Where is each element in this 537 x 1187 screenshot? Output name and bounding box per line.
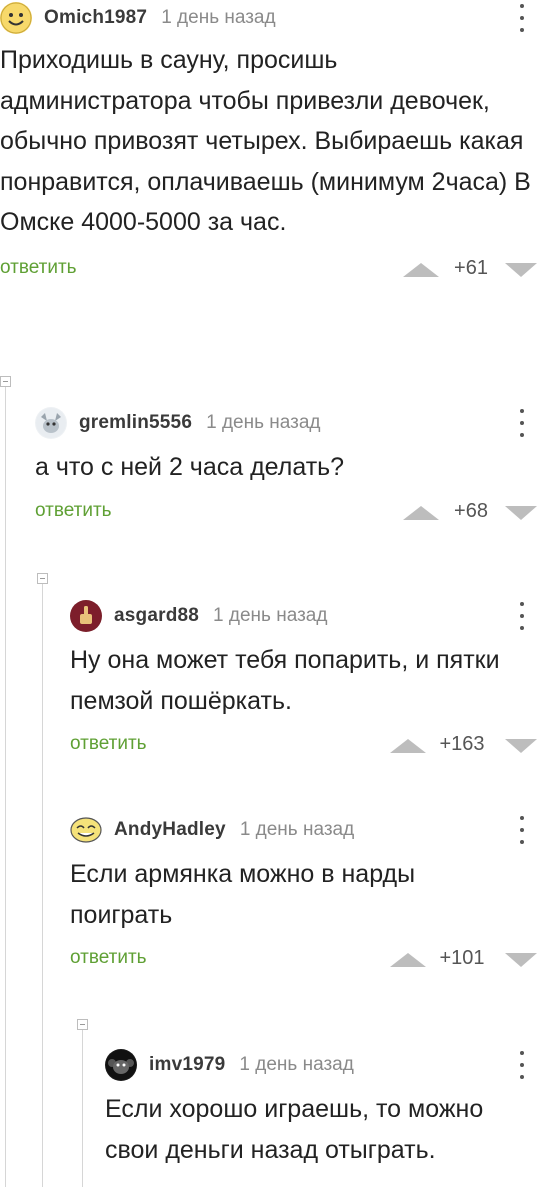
reply-link[interactable]: ответить: [70, 733, 147, 755]
downvote-icon[interactable]: [505, 505, 537, 520]
reply-link[interactable]: ответить: [35, 500, 112, 522]
timestamp: 1 день назад: [239, 1054, 354, 1075]
comment: asgard88 1 день назад Ну она может тебя …: [70, 598, 537, 761]
collapse-thread-button[interactable]: [77, 1019, 88, 1030]
comment-footer: ответить +68: [35, 498, 537, 528]
comment-header: Omich1987 1 день назад: [0, 0, 537, 36]
comment-footer: ответить +101: [70, 945, 537, 975]
collapse-thread-button[interactable]: [0, 376, 11, 387]
upvote-icon[interactable]: [390, 953, 426, 967]
more-options-icon[interactable]: [519, 4, 525, 32]
username[interactable]: asgard88: [114, 605, 199, 627]
downvote-icon[interactable]: [505, 739, 537, 753]
timestamp: 1 день назад: [206, 412, 321, 433]
avatar[interactable]: [0, 2, 32, 34]
rating: +68: [454, 499, 488, 522]
comment-header: asgard88 1 день назад: [70, 598, 537, 634]
fist-icon: [71, 601, 101, 631]
more-options-icon[interactable]: [519, 602, 525, 630]
avatar[interactable]: [70, 814, 102, 846]
rating: +163: [439, 733, 485, 755]
comment-text: Если армянка можно в нарды поиграть: [70, 860, 416, 929]
monkey-icon: [106, 1050, 136, 1080]
avatar[interactable]: [70, 600, 102, 632]
comment-header: AndyHadley 1 день назад: [70, 812, 537, 848]
avatar[interactable]: [105, 1049, 137, 1081]
more-options-icon[interactable]: [519, 1051, 525, 1079]
comment-text: Приходишь в сауну, просишь администратор…: [0, 46, 531, 236]
more-options-icon[interactable]: [519, 409, 525, 437]
thread-line: [42, 584, 43, 1187]
comment-text: Если хорошо играешь, то можно свои деньг…: [105, 1095, 484, 1164]
username[interactable]: gremlin5556: [79, 412, 192, 434]
timestamp: 1 день назад: [239, 819, 355, 840]
reply-link[interactable]: ответить: [70, 947, 147, 969]
comment-footer: ответить +163: [70, 731, 537, 761]
smiley-face-icon: [0, 2, 32, 34]
comment: AndyHadley 1 день назад Если армянка мож…: [70, 812, 537, 975]
comment-text: а что с ней 2 часа делать?: [35, 453, 345, 481]
thread-line: [5, 387, 6, 1187]
comment-footer: ответить +61: [0, 255, 537, 285]
comment: gremlin5556 1 день назад а что с ней 2 ч…: [35, 405, 537, 528]
comment: imv1979 1 день назад Если хорошо играешь…: [105, 1047, 537, 1170]
username[interactable]: Omich1987: [44, 7, 147, 29]
timestamp: 1 день назад: [161, 7, 276, 28]
avatar[interactable]: [35, 407, 67, 439]
comment-text: Ну она может тебя попарить, и пятки пемз…: [70, 646, 500, 715]
more-options-icon[interactable]: [519, 816, 525, 844]
downvote-icon[interactable]: [505, 262, 537, 277]
upvote-icon[interactable]: [390, 739, 426, 753]
username[interactable]: imv1979: [149, 1054, 225, 1076]
comment: Omich1987 1 день назад Приходишь в сауну…: [0, 0, 537, 285]
comment-header: imv1979 1 день назад: [105, 1047, 537, 1083]
upvote-icon[interactable]: [403, 262, 439, 277]
gremlin-icon: [36, 408, 66, 438]
reply-link[interactable]: ответить: [0, 257, 77, 279]
thread-line: [82, 1030, 83, 1187]
downvote-icon[interactable]: [505, 953, 537, 967]
rating: +101: [439, 947, 485, 969]
collapse-thread-button[interactable]: [37, 573, 48, 584]
rating: +61: [454, 256, 488, 279]
username[interactable]: AndyHadley: [114, 819, 226, 841]
comment-header: gremlin5556 1 день назад: [35, 405, 537, 441]
upvote-icon[interactable]: [403, 505, 439, 520]
timestamp: 1 день назад: [213, 605, 328, 626]
troll-face-icon: [70, 817, 102, 843]
